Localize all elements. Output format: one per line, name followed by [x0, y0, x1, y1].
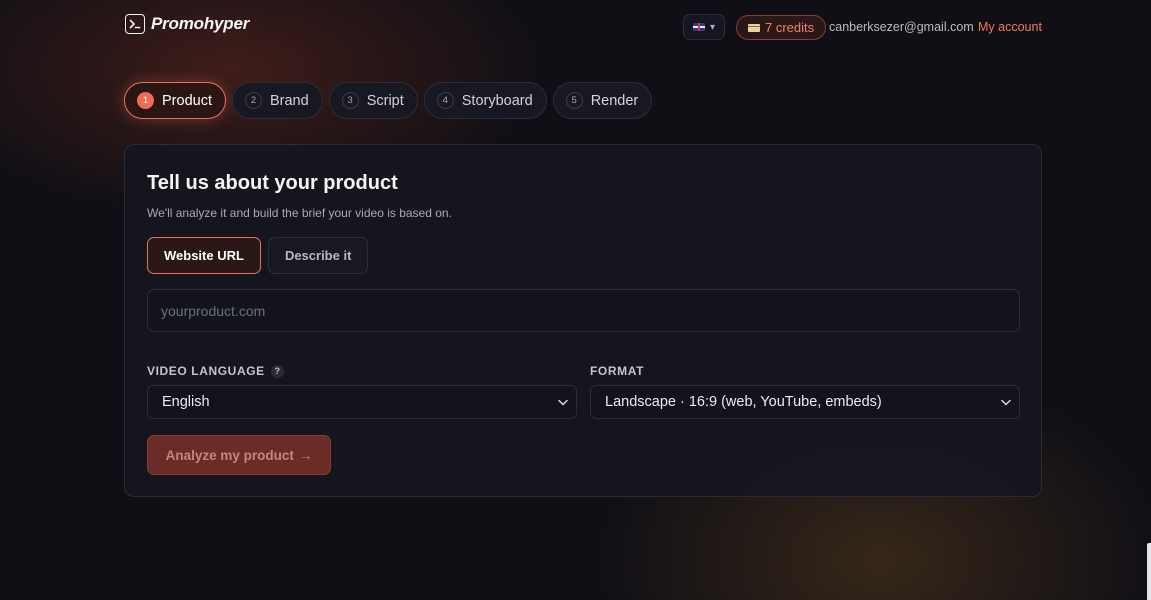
panel-subtitle: We'll analyze it and build the brief you… — [147, 206, 452, 220]
format-label: FORMAT — [590, 364, 644, 378]
my-account-link[interactable]: My account — [978, 20, 1042, 34]
panel-title: Tell us about your product — [147, 172, 398, 194]
video-language-select[interactable]: English — [147, 385, 577, 419]
step-number: 4 — [436, 92, 454, 109]
step-label: Render — [590, 92, 639, 109]
wizard-steps: 1 Product 2 Brand 3 Script 4 Storyboard … — [124, 82, 653, 119]
credits-badge[interactable]: 7 credits — [736, 15, 827, 40]
step-render[interactable]: 5 Render — [552, 82, 653, 119]
user-email: canberksezer@gmail.com — [829, 20, 974, 34]
step-label: Product — [162, 92, 212, 109]
chevron-down-icon: ▾ — [709, 21, 716, 33]
step-script[interactable]: 3 Script — [328, 82, 418, 119]
credits-label: 7 credits — [765, 20, 815, 35]
video-language-label: VIDEO LANGUAGE ? — [147, 364, 284, 378]
step-label: Brand — [269, 92, 309, 109]
analyze-product-button[interactable]: Analyze my product → — [147, 435, 331, 475]
step-number: 2 — [244, 92, 262, 109]
product-panel: Tell us about your product We'll analyze… — [124, 144, 1042, 497]
step-number: 3 — [341, 92, 359, 109]
website-url-input[interactable] — [147, 289, 1020, 332]
help-icon[interactable]: ? — [270, 364, 284, 378]
brand-logo[interactable]: Promohyper — [125, 14, 249, 34]
input-mode-tabs: Website URL Describe it — [147, 237, 369, 274]
brand-name: Promohyper — [151, 14, 250, 33]
step-brand[interactable]: 2 Brand — [231, 82, 323, 119]
scrollbar[interactable] — [1147, 543, 1151, 600]
step-product[interactable]: 1 Product — [124, 82, 226, 119]
terminal-icon — [125, 14, 145, 34]
language-selector[interactable]: ▾ — [683, 14, 725, 40]
step-number: 1 — [137, 92, 154, 109]
chevron-down-icon — [1001, 397, 1011, 407]
format-value: Landscape · 16:9 (web, YouTube, embeds) — [605, 394, 882, 410]
tab-describe-it[interactable]: Describe it — [267, 237, 369, 274]
arrow-right-icon: → — [298, 447, 313, 463]
step-label: Storyboard — [461, 92, 533, 109]
credit-card-icon — [748, 23, 760, 32]
step-label: Script — [366, 92, 404, 109]
tab-website-url[interactable]: Website URL — [147, 237, 261, 274]
video-language-label-text: VIDEO LANGUAGE — [147, 364, 265, 378]
format-label-text: FORMAT — [590, 364, 645, 378]
format-select[interactable]: Landscape · 16:9 (web, YouTube, embeds) — [590, 385, 1020, 419]
step-number: 5 — [565, 92, 583, 109]
video-language-value: English — [162, 394, 210, 410]
chevron-down-icon — [558, 397, 568, 407]
step-storyboard[interactable]: 4 Storyboard — [423, 82, 547, 119]
top-bar: Promohyper ▾ 7 credits canberksezer@gmai… — [0, 0, 1151, 52]
uk-flag-icon — [692, 23, 705, 31]
analyze-button-label: Analyze my product — [165, 447, 294, 463]
